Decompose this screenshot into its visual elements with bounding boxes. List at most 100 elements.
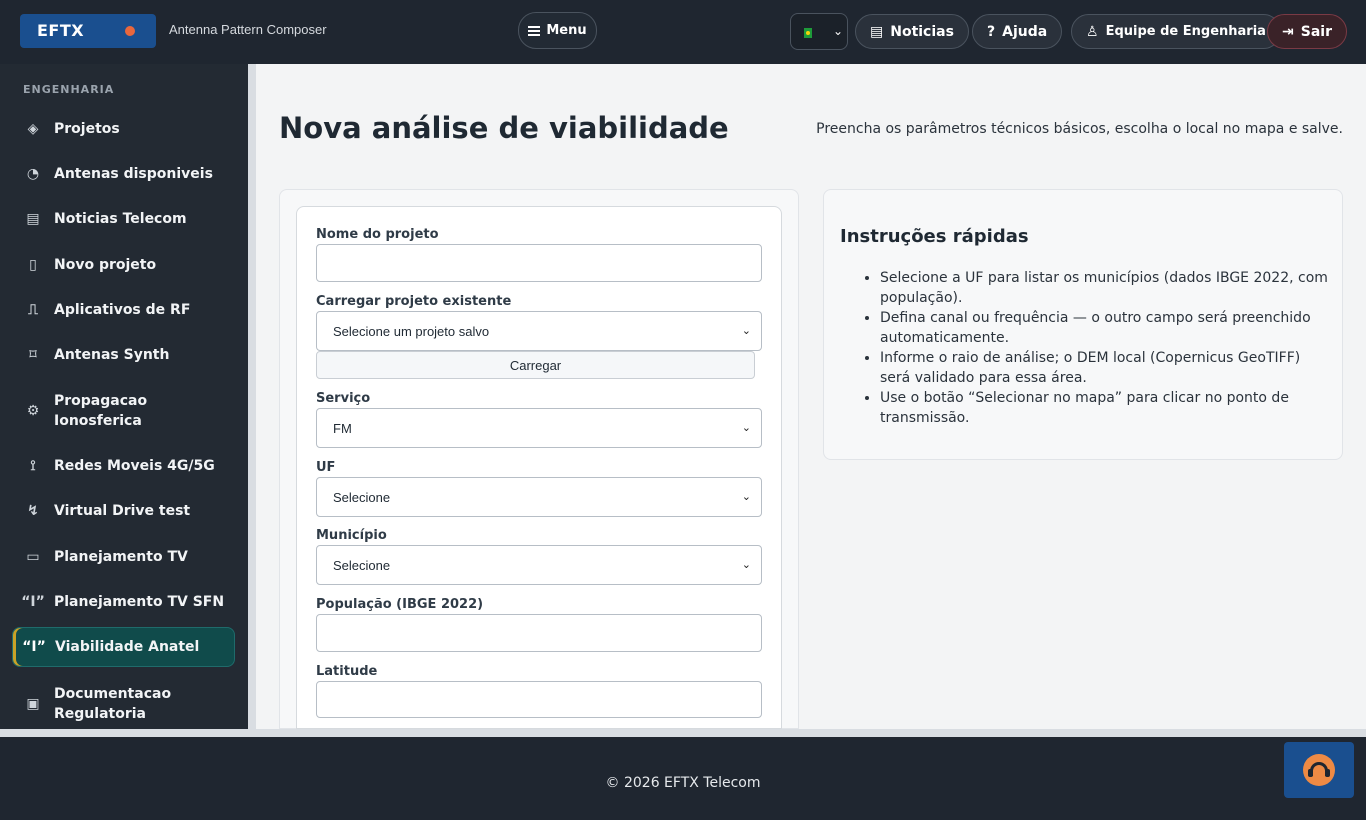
city-selected: Selecione xyxy=(333,557,391,573)
sidebar-item-noticias[interactable]: ▤ Noticias Telecom xyxy=(12,200,235,238)
sidebar-section-label: ENGENHARIA xyxy=(23,83,115,96)
sidebar-item-label: Viabilidade Anatel xyxy=(55,639,200,655)
footer: © 2026 EFTX Telecom xyxy=(0,737,1366,820)
clipboard-icon: ▣ xyxy=(26,696,40,712)
help-label: Ajuda xyxy=(1002,23,1048,40)
brand-name: EFTX xyxy=(37,21,85,40)
support-button[interactable] xyxy=(1284,742,1354,798)
hamburger-icon xyxy=(528,25,541,36)
sidebar-item-propagacao[interactable]: ⚙ Propagacao Ionosferica xyxy=(12,390,235,432)
sidebar-item-label: Redes Moveis 4G/5G xyxy=(54,458,215,474)
file-plus-icon: ▯ xyxy=(29,257,37,273)
tower-icon: ⟟ xyxy=(30,458,36,474)
monitor-icon: ▭ xyxy=(26,549,40,565)
route-icon: ↯ xyxy=(27,503,39,519)
sidebar-item-label: Documentacao Regulatoria xyxy=(54,686,172,722)
gear-icon: ⚙ xyxy=(26,403,40,419)
city-label: Município xyxy=(316,528,387,543)
sidebar-divider xyxy=(248,64,256,729)
sidebar-item-label: Noticias Telecom xyxy=(54,211,187,227)
latitude-input[interactable] xyxy=(316,681,762,718)
menu-button[interactable]: Menu xyxy=(518,12,597,49)
sidebar-item-tv-sfn[interactable]: “I” Planejamento TV SFN xyxy=(12,583,235,621)
pulse-icon: ⎍ xyxy=(28,302,38,318)
question-circle-icon: ? xyxy=(987,23,996,40)
uf-select[interactable]: Selecione ⌄ xyxy=(316,477,762,517)
sidebar-item-antenas-synth[interactable]: ⌑ Antenas Synth xyxy=(12,336,235,374)
sidebar-item-planejamento-tv[interactable]: ▭ Planejamento TV xyxy=(12,538,235,576)
page-hint: Preencha os parâmetros técnicos básicos,… xyxy=(816,121,1343,137)
sidebar-item-viabilidade-anatel[interactable]: “I” Viabilidade Anatel xyxy=(12,627,235,667)
sidebar-item-label: Novo projeto xyxy=(54,257,157,273)
news-button[interactable]: ▤ Noticias xyxy=(855,14,969,49)
sidebar-item-label: Planejamento TV SFN xyxy=(54,594,225,610)
instruction-item: Use o botão “Selecionar no mapa” para cl… xyxy=(880,388,1330,428)
load-project-label: Carregar projeto existente xyxy=(316,294,512,309)
load-project-select[interactable]: Selecione um projeto salvo ⌄ xyxy=(316,311,762,351)
menu-label: Menu xyxy=(546,23,587,38)
language-select[interactable]: ⌄ xyxy=(790,13,848,50)
app-subtitle: Antenna Pattern Composer xyxy=(169,22,327,37)
footer-copyright: © 2026 EFTX Telecom xyxy=(605,775,761,791)
newspaper-icon: ▤ xyxy=(870,23,884,40)
sidebar-item-label: Antenas disponiveis xyxy=(54,166,213,182)
newspaper-icon: ▤ xyxy=(26,211,40,227)
instructions-title: Instruções rápidas xyxy=(840,226,1029,247)
brand-logo[interactable]: EFTX xyxy=(20,14,156,48)
help-button[interactable]: ? Ajuda xyxy=(972,14,1063,49)
chevron-down-icon: ⌄ xyxy=(741,422,751,434)
latitude-label: Latitude xyxy=(316,664,378,679)
population-label: População (IBGE 2022) xyxy=(316,597,484,612)
sidebar-item-label: Propagacao Ionosferica xyxy=(54,393,148,429)
scroll-edge xyxy=(0,729,1366,737)
sidebar-item-redes-moveis[interactable]: ⟟ Redes Moveis 4G/5G xyxy=(12,447,235,485)
service-selected: FM xyxy=(333,420,352,436)
layers-icon: ◈ xyxy=(27,121,39,137)
team-label: Equipe de Engenharia xyxy=(1105,24,1266,39)
team-button[interactable]: ♙ Equipe de Engenharia xyxy=(1071,14,1281,49)
status-dot-icon xyxy=(125,26,135,36)
chevron-down-icon: ⌄ xyxy=(741,559,751,571)
brazil-flag-icon xyxy=(804,28,812,38)
sidebar-item-label: Aplicativos de RF xyxy=(54,302,191,318)
sidebar-item-label: Antenas Synth xyxy=(54,347,170,363)
sign-out-icon: ⇥ xyxy=(1282,23,1294,40)
sidebar-item-label: Projetos xyxy=(54,121,120,137)
sidebar-item-label: Planejamento TV xyxy=(54,549,188,565)
satellite-dish-icon: ◔ xyxy=(26,166,40,182)
sidebar-item-drive-test[interactable]: ↯ Virtual Drive test xyxy=(12,492,235,530)
broadcast-icon: “I” xyxy=(21,594,45,610)
exit-button[interactable]: ⇥ Sair xyxy=(1267,14,1347,49)
project-name-input[interactable] xyxy=(316,244,762,282)
sidebar-item-antenas[interactable]: ◔ Antenas disponiveis xyxy=(12,155,235,193)
city-select[interactable]: Selecione ⌄ xyxy=(316,545,762,585)
sidebar-item-novo-projeto[interactable]: ▯ Novo projeto xyxy=(12,246,235,284)
page-title: Nova análise de viabilidade xyxy=(279,111,729,145)
headset-icon xyxy=(1303,754,1335,786)
chevron-down-icon: ⌄ xyxy=(833,24,844,38)
uf-selected: Selecione xyxy=(333,489,391,505)
news-label: Noticias xyxy=(890,23,954,40)
chevron-down-icon: ⌄ xyxy=(741,325,751,337)
top-bar: EFTX Antenna Pattern Composer Menu ⌄ ▤ N… xyxy=(0,0,1366,64)
service-select[interactable]: FM ⌄ xyxy=(316,408,762,448)
load-project-selected: Selecione um projeto salvo xyxy=(333,323,490,339)
instruction-item: Defina canal ou frequência — o outro cam… xyxy=(880,308,1330,348)
instructions-list: Selecione a UF para listar os municípios… xyxy=(860,268,1330,428)
load-project-button[interactable]: Carregar xyxy=(316,351,755,379)
instruction-item: Informe o raio de análise; o DEM local (… xyxy=(880,348,1330,388)
sidebar-item-aplicativos-rf[interactable]: ⎍ Aplicativos de RF xyxy=(12,291,235,329)
uf-label: UF xyxy=(316,460,336,475)
population-input[interactable] xyxy=(316,614,762,652)
broadcast-icon: “I” xyxy=(22,639,46,655)
exit-label: Sair xyxy=(1300,23,1332,40)
project-name-label: Nome do projeto xyxy=(316,227,439,242)
service-label: Serviço xyxy=(316,391,371,406)
chevron-down-icon: ⌄ xyxy=(741,491,751,503)
sidebar-item-projetos[interactable]: ◈ Projetos xyxy=(12,110,235,148)
user-icon: ♙ xyxy=(1086,23,1099,40)
sidebar-item-label: Virtual Drive test xyxy=(54,503,191,519)
sidebar-item-documentacao[interactable]: ▣ Documentacao Regulatoria xyxy=(12,683,235,725)
vector-icon: ⌑ xyxy=(29,347,37,363)
sidebar: ENGENHARIA ◈ Projetos ◔ Antenas disponiv… xyxy=(0,64,248,729)
